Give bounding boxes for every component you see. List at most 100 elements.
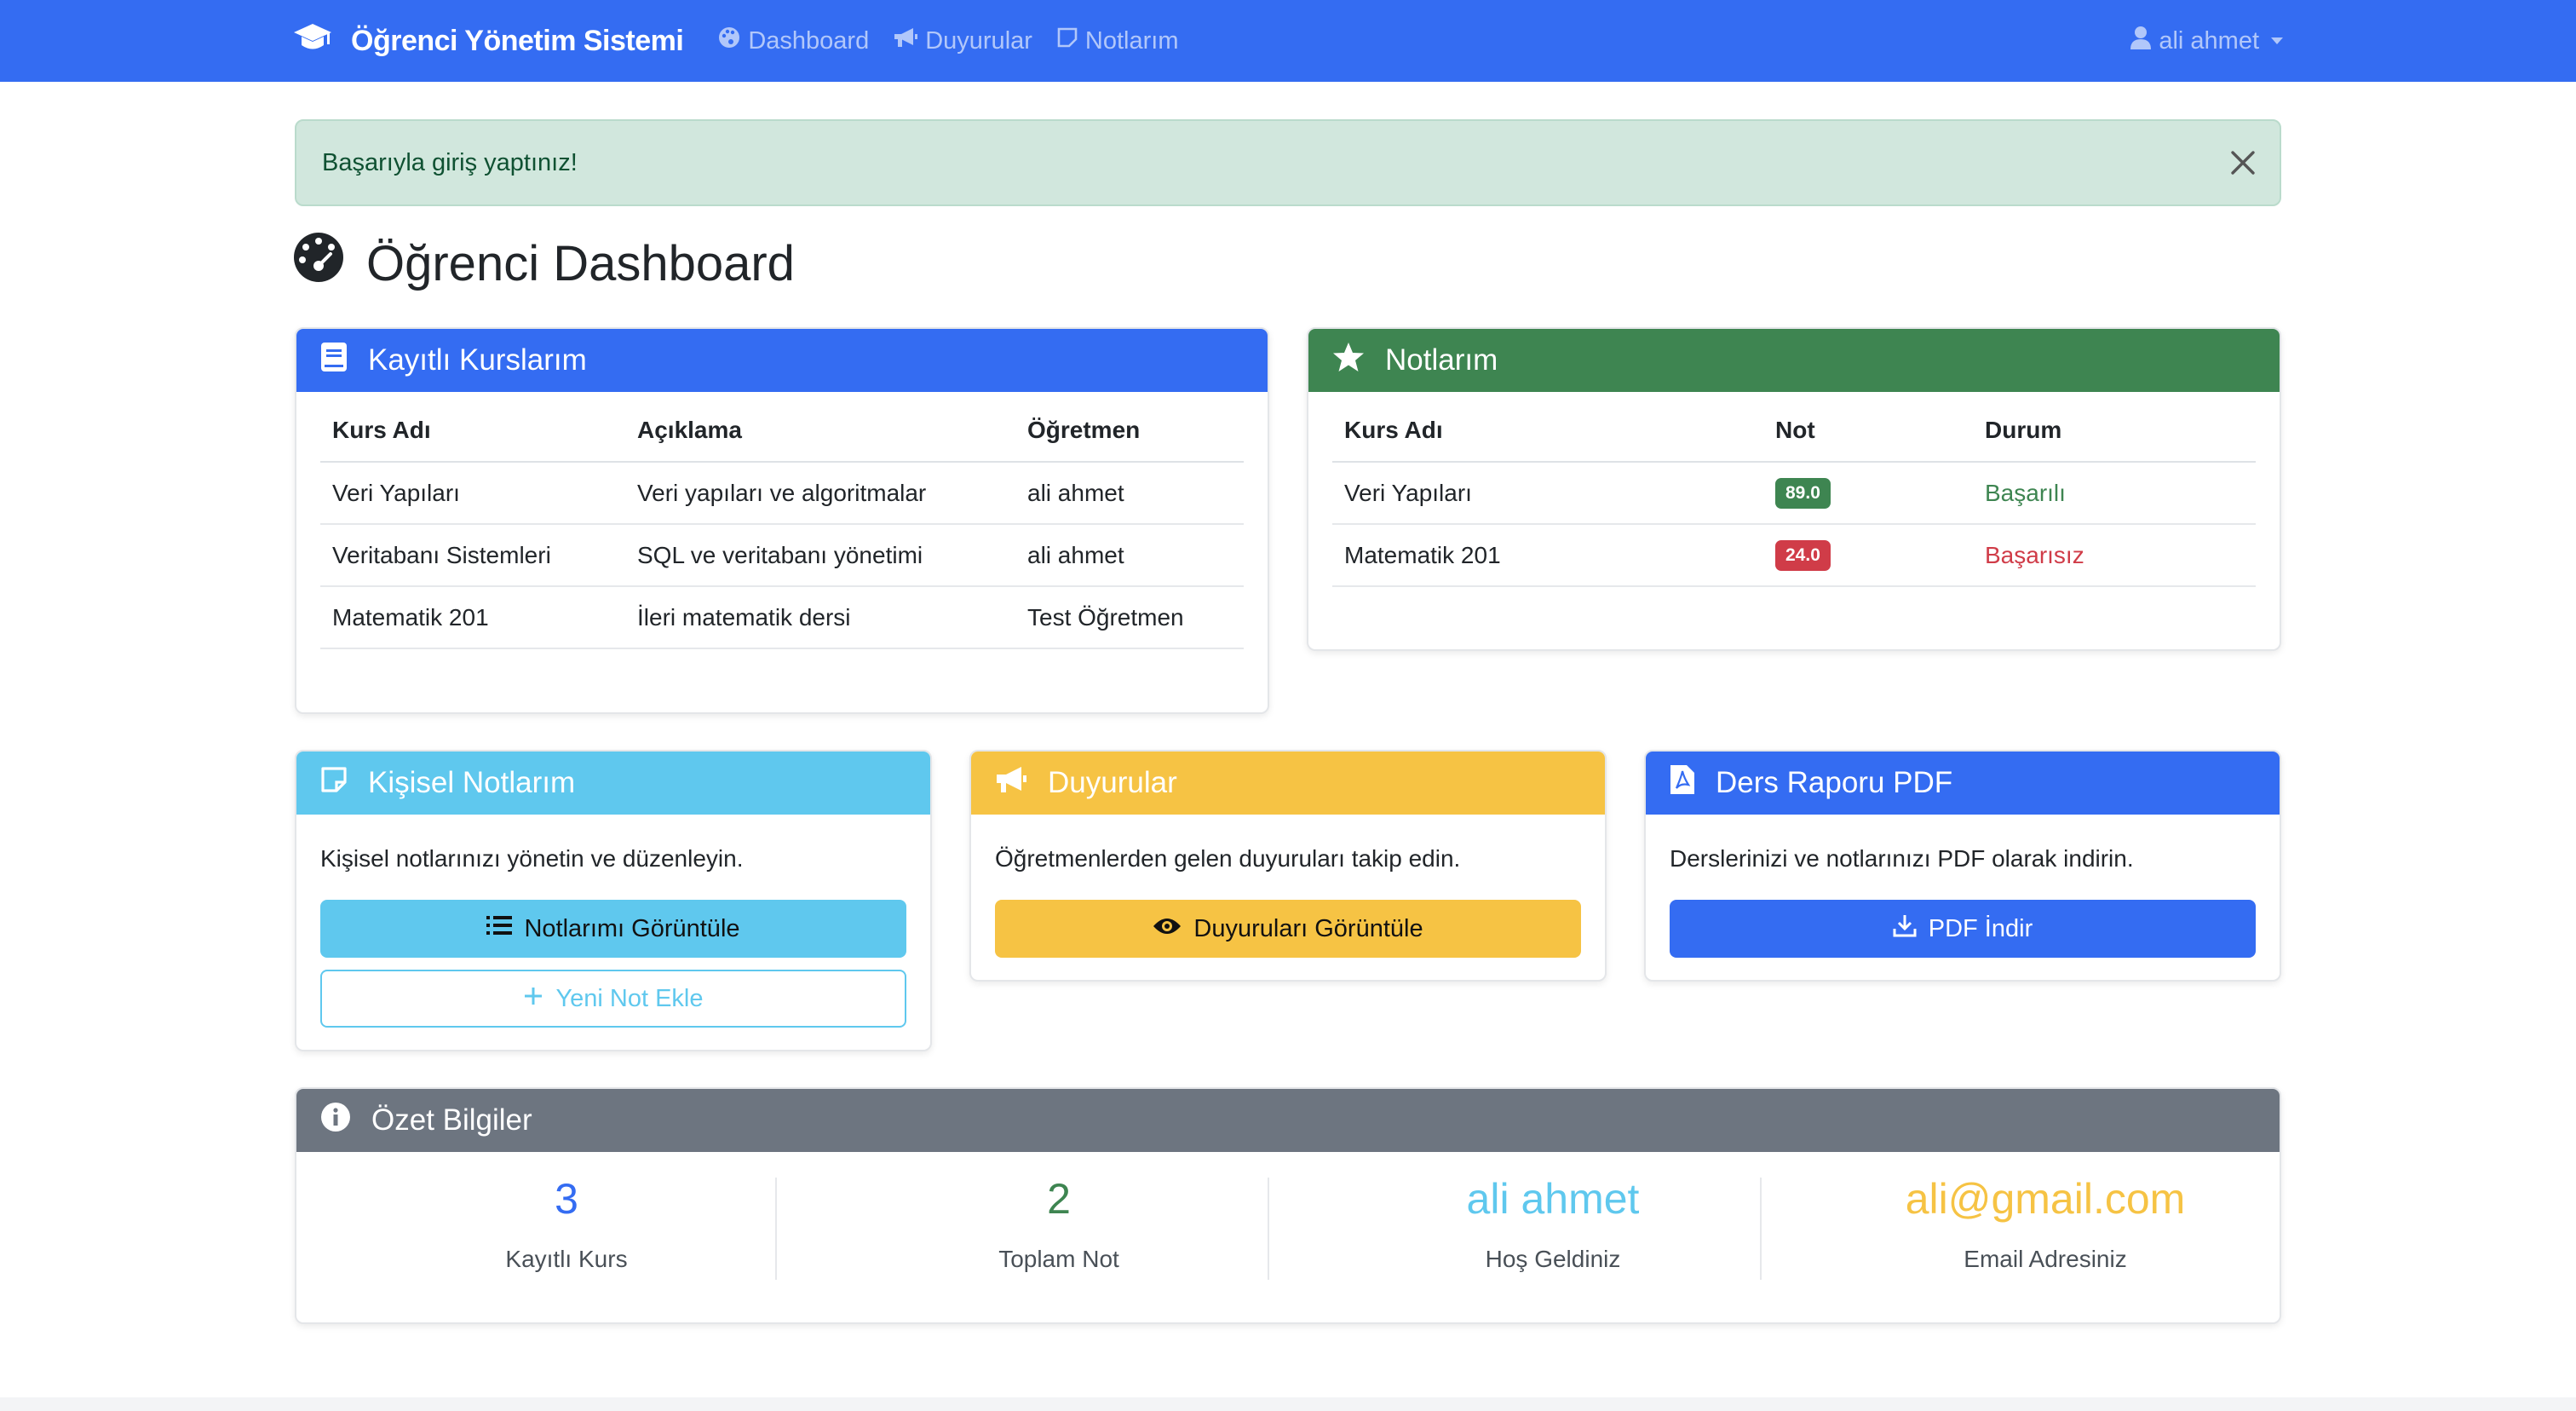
summary-card: Özet Bilgiler 3 Kayıtlı Kurs 2 Toplam No…: [295, 1087, 2281, 1324]
download-pdf-button[interactable]: PDF İndir: [1670, 900, 2256, 958]
stat-courses: 3 Kayıtlı Kurs: [320, 1152, 813, 1322]
table-cell: Matematik 201: [1332, 524, 1763, 587]
personal-notes-title: Kişisel Notlarım: [368, 766, 576, 799]
view-announcements-button[interactable]: Duyuruları Görüntüle: [995, 900, 1581, 958]
table-cell: Veritabanı Sistemleri: [320, 524, 625, 587]
grade-badge: 89.0: [1775, 478, 1831, 509]
footer: [0, 1397, 2576, 1411]
view-notes-button[interactable]: Notlarımı Görüntüle: [320, 900, 906, 958]
pdf-file-icon: [1670, 764, 1716, 803]
stat-value: ali ahmet: [1466, 1175, 1640, 1223]
divider: [775, 1178, 777, 1280]
plus-icon: [523, 985, 555, 1013]
table-row: Veri Yapıları 89.0 Başarılı: [1332, 462, 2256, 525]
table-cell: Test Öğretmen: [1015, 586, 1244, 649]
navbar: Öğrenci Yönetim Sistemi Dashboard Duyuru…: [0, 0, 2576, 82]
alert-message: Başarıyla giriş yaptınız!: [322, 148, 578, 176]
column-header: Kurs Adı: [1332, 399, 1763, 463]
table-header-row: Kurs Adı Not Durum: [1332, 399, 2256, 463]
nav-link-notlarim[interactable]: Notlarım: [1056, 26, 1179, 55]
table-cell: 89.0: [1763, 462, 1973, 525]
dashboard-gauge-icon: [293, 232, 366, 295]
stat-label: Hoş Geldiniz: [1485, 1246, 1621, 1272]
status-text: Başarısız: [1973, 524, 2256, 587]
stat-grades: 2 Toplam Not: [813, 1152, 1305, 1322]
page-title-text: Öğrenci Dashboard: [366, 235, 795, 291]
summary-card-header: Özet Bilgiler: [296, 1089, 2280, 1152]
report-card: Ders Raporu PDF Derslerinizi ve notların…: [1644, 750, 2281, 982]
status-text: Başarılı: [1973, 462, 2256, 525]
star-icon: [1332, 342, 1385, 380]
column-header: Öğretmen: [1015, 399, 1244, 463]
nav-link-duyurular[interactable]: Duyurular: [893, 26, 1032, 55]
announcements-text: Öğretmenlerden gelen duyuruları takip ed…: [995, 845, 1461, 872]
user-name: ali ahmet: [2159, 26, 2259, 55]
view-announcements-label: Duyuruları Görüntüle: [1193, 914, 1423, 942]
stat-label: Toplam Not: [998, 1246, 1119, 1272]
table-header-row: Kurs Adı Açıklama Öğretmen: [320, 399, 1244, 463]
courses-card-title: Kayıtlı Kurslarım: [368, 343, 587, 377]
nav-links: Dashboard Duyurular Notlarım: [717, 26, 1202, 56]
grade-badge: 24.0: [1775, 540, 1831, 571]
table-cell: ali ahmet: [1015, 462, 1244, 525]
nav-link-label: Dashboard: [748, 26, 870, 55]
stat-value: ali@gmail.com: [1905, 1175, 2186, 1223]
announcements-title: Duyurular: [1048, 766, 1177, 799]
summary-title: Özet Bilgiler: [371, 1103, 532, 1137]
view-notes-label: Notlarımı Görüntüle: [524, 914, 740, 942]
grades-card-header: Notlarım: [1308, 329, 2280, 392]
page-title: Öğrenci Dashboard: [293, 232, 795, 295]
column-header: Açıklama: [625, 399, 1015, 463]
table-row: Matematik 201 24.0 Başarısız: [1332, 524, 2256, 587]
megaphone-icon: [893, 26, 925, 55]
column-header: Not: [1763, 399, 1973, 463]
announcements-card: Duyurular Öğretmenlerden gelen duyurular…: [969, 750, 1607, 982]
table-cell: 24.0: [1763, 524, 1973, 587]
chevron-down-icon: [2271, 37, 2283, 44]
personal-notes-card: Kişisel Notlarım Kişisel notlarınızı yön…: [295, 750, 932, 1051]
table-row: Veri Yapıları Veri yapıları ve algoritma…: [320, 462, 1244, 525]
palette-icon: [717, 26, 748, 56]
success-alert: Başarıyla giriş yaptınız!: [295, 119, 2281, 206]
megaphone-icon: [995, 765, 1048, 802]
book-icon: [320, 342, 368, 380]
list-icon: [486, 914, 524, 943]
add-note-label: Yeni Not Ekle: [555, 984, 704, 1012]
download-icon: [1893, 913, 1929, 944]
download-pdf-label: PDF İndir: [1928, 914, 2033, 942]
report-title: Ders Raporu PDF: [1716, 766, 1953, 799]
grades-table: Kurs Adı Not Durum Veri Yapıları 89.0 Ba…: [1332, 399, 2256, 587]
nav-link-label: Duyurular: [925, 26, 1032, 55]
stat-welcome: ali ahmet Hoş Geldiniz: [1307, 1152, 1799, 1322]
nav-link-dashboard[interactable]: Dashboard: [717, 26, 869, 56]
stat-label: Kayıtlı Kurs: [505, 1246, 628, 1272]
sticky-note-icon: [1056, 26, 1085, 55]
column-header: Kurs Adı: [320, 399, 625, 463]
grades-card-title: Notlarım: [1385, 343, 1498, 377]
courses-card-header: Kayıtlı Kurslarım: [296, 329, 1268, 392]
sticky-note-icon: [320, 766, 368, 801]
table-cell: Veri Yapıları: [320, 462, 625, 525]
brand-title: Öğrenci Yönetim Sistemi: [351, 24, 684, 57]
table-cell: SQL ve veritabanı yönetimi: [625, 524, 1015, 587]
courses-table: Kurs Adı Açıklama Öğretmen Veri Yapıları…: [320, 399, 1244, 649]
nav-link-label: Notlarım: [1084, 26, 1179, 55]
brand[interactable]: Öğrenci Yönetim Sistemi: [293, 22, 684, 60]
stat-email: ali@gmail.com Email Adresiniz: [1799, 1152, 2280, 1322]
table-cell: İleri matematik dersi: [625, 586, 1015, 649]
user-menu[interactable]: ali ahmet: [2130, 26, 2283, 56]
add-note-button[interactable]: Yeni Not Ekle: [320, 970, 906, 1028]
courses-card: Kayıtlı Kurslarım Kurs Adı Açıklama Öğre…: [295, 327, 1269, 714]
personal-notes-card-header: Kişisel Notlarım: [296, 752, 930, 815]
report-text: Derslerinizi ve notlarınızı PDF olarak i…: [1670, 845, 2134, 872]
table-cell: ali ahmet: [1015, 524, 1244, 587]
grades-card: Notlarım Kurs Adı Not Durum Veri Yapılar…: [1307, 327, 2281, 651]
stat-value: 3: [555, 1175, 578, 1223]
stat-label: Email Adresiniz: [1964, 1246, 2127, 1272]
table-row: Matematik 201 İleri matematik dersi Test…: [320, 586, 1244, 649]
announcements-card-header: Duyurular: [971, 752, 1605, 815]
column-header: Durum: [1973, 399, 2256, 463]
table-cell: Veri yapıları ve algoritmalar: [625, 462, 1015, 525]
graduation-cap-icon: [293, 22, 351, 60]
close-icon[interactable]: [2228, 148, 2257, 177]
